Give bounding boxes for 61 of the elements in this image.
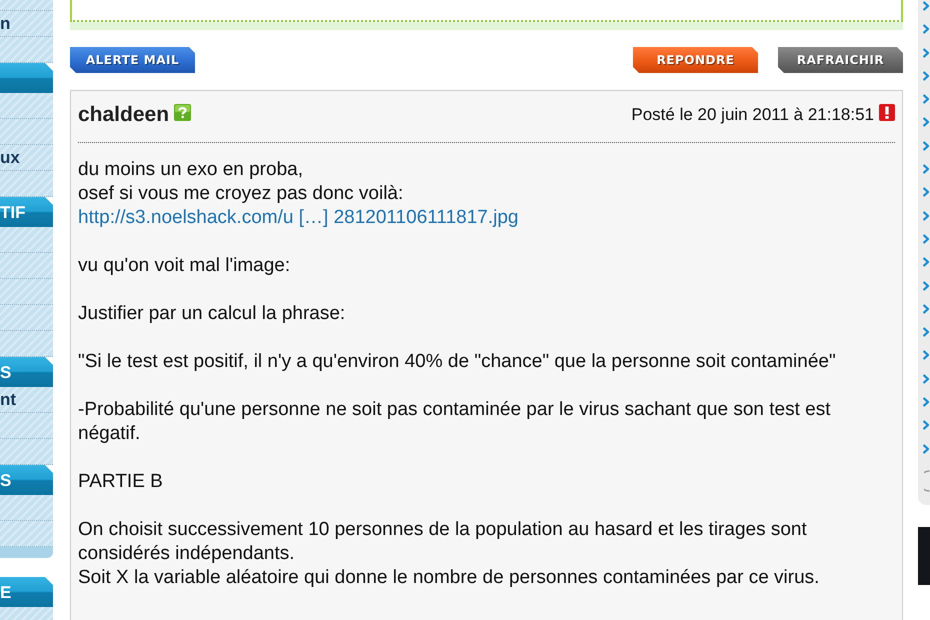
chevron-icon — [923, 350, 929, 360]
sidebar-row — [0, 439, 53, 465]
post-text: osef si vous me croyez pas donc voilà: — [78, 182, 404, 206]
chevron-icon — [923, 374, 929, 384]
exclamation-icon[interactable] — [879, 104, 895, 120]
sidebar-row — [0, 119, 53, 145]
chevron-icon — [923, 94, 929, 104]
post-text: Justifier par un calcul la phrase: — [78, 302, 346, 326]
sidebar-row — [0, 0, 53, 11]
chevron-icon — [923, 140, 929, 151]
ring-icon — [924, 470, 930, 492]
post-text: On choisit successivement 10 personnes de la population au hasard et les tirages sont considérés indépendants. — [78, 518, 808, 566]
sidebar-row — [0, 171, 53, 197]
refresh-button[interactable]: RAFRAICHIR — [778, 47, 903, 73]
chevron-icon — [923, 210, 929, 221]
sidebar-row — [0, 37, 53, 63]
chevron-icon — [923, 48, 929, 58]
sidebar-section-header: TIF — [0, 197, 53, 227]
author-name[interactable]: chaldeen — [78, 103, 170, 127]
chevron-icon — [923, 1, 929, 11]
sidebar-section-header: S — [0, 357, 53, 387]
post-text: Soit X la variable aléatoire qui donne le nombre de personnes contaminées par ce virus. — [78, 566, 820, 590]
post-date: Posté le 20 juin 2011 à 21:18:51 — [631, 105, 874, 125]
chevron-icon — [923, 257, 929, 268]
sidebar-row — [0, 253, 53, 279]
image-link[interactable]: http://s3.noelshack.com/u […] 281201106111817.jpg — [78, 206, 518, 230]
sidebar-row — [0, 279, 53, 305]
sidebar-link[interactable]: nt — [0, 387, 53, 413]
chevron-icon — [923, 420, 929, 430]
sidebar-link[interactable]: n — [0, 11, 53, 37]
sidebar-row — [0, 227, 53, 253]
chevron-icon — [923, 70, 929, 81]
post-text: -Probabilité qu'une personne ne soit pas contaminée par le virus sachant que son test est négatif. — [78, 398, 832, 446]
chevron-icon — [923, 304, 929, 314]
sidebar-section-header: S — [0, 465, 53, 495]
photo-placeholder — [918, 527, 930, 585]
sidebar-row — [0, 495, 53, 521]
mail-alert-button[interactable]: ALERTE MAIL — [70, 47, 195, 73]
sidebar-link[interactable]: ux — [0, 145, 53, 171]
sidebar-row — [0, 331, 53, 357]
sidebar-row — [0, 305, 53, 331]
chevron-icon — [923, 280, 929, 291]
post-text: "Si le test est positif, il n'y a qu'environ 40% de "chance" que la personne soit contaminée" — [78, 350, 837, 374]
sidebar-row — [0, 413, 53, 439]
sidebar-row — [0, 93, 53, 119]
chevron-icon — [923, 444, 929, 454]
sidebar-row — [0, 521, 53, 547]
chevron-icon — [923, 327, 929, 338]
chevron-icon — [923, 234, 929, 244]
chevron-icon — [923, 397, 929, 408]
sidebar-section-footer — [0, 547, 53, 558]
question-mark-icon[interactable] — [174, 104, 192, 120]
sidebar-section-header: E — [0, 577, 53, 607]
post-text: vu qu'on voit mal l'image: — [78, 254, 292, 278]
post-text: PARTIE B — [78, 470, 164, 494]
chevron-icon — [923, 187, 929, 198]
chevron-icon — [923, 24, 929, 34]
post-text: du moins un exo en proba, — [78, 158, 304, 182]
chevron-icon — [923, 117, 929, 128]
chevron-icon — [923, 164, 929, 174]
sidebar-section-header — [0, 63, 53, 93]
